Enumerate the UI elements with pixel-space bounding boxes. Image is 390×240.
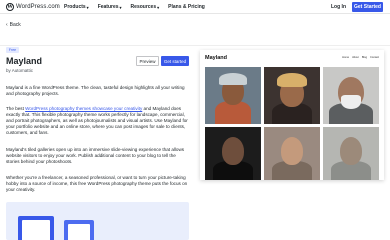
- description-paragraph-1: Mayland is a fine WordPress theme. The c…: [6, 85, 185, 97]
- description-paragraph-3: Mayland's tiled galleries open up into a…: [6, 147, 185, 165]
- portrait-photo: [205, 67, 261, 124]
- preview-menu-item: Contact: [370, 56, 379, 59]
- free-badge: Free: [6, 47, 19, 53]
- preview-menu-item: About: [352, 56, 359, 59]
- paragraph-text: The best: [6, 106, 26, 111]
- chevron-down-icon: ▾: [157, 4, 160, 10]
- login-link[interactable]: Log In: [331, 4, 346, 10]
- preview-menu-item: Blog: [361, 56, 368, 59]
- portrait-photo: [205, 127, 261, 180]
- preview-button[interactable]: Preview: [136, 56, 159, 66]
- get-started-theme-button[interactable]: Get started: [161, 56, 189, 66]
- description-paragraph-4: Whether you're a freelancer, a seasoned …: [6, 175, 188, 193]
- device-illustration: [64, 220, 94, 240]
- nav-features[interactable]: Features ▾: [98, 4, 122, 10]
- back-link[interactable]: ‹ Back: [6, 22, 21, 28]
- preview-menu-item: Home: [342, 56, 350, 59]
- brand-name: WordPress.com: [16, 4, 60, 10]
- theme-title: Mayland: [6, 56, 43, 66]
- main-menu: Products ▾ Features ▾ Resources ▾ Plans & P…: [64, 4, 205, 10]
- theme-author: by Automattic: [6, 68, 34, 73]
- theme-preview[interactable]: Mayland Home About Blog Contact: [200, 50, 384, 180]
- description-paragraph-2: The best WordPress photography themes sh…: [6, 106, 189, 136]
- portrait-photo: [264, 127, 320, 180]
- device-illustration: [18, 216, 54, 240]
- nav-plans-label: Plans & Pricing: [168, 4, 205, 10]
- promo-illustration: [6, 202, 189, 240]
- nav-products[interactable]: Products ▾: [64, 4, 89, 10]
- portrait-photo: [323, 67, 379, 124]
- back-label: Back: [9, 22, 21, 28]
- portrait-photo: [323, 127, 379, 180]
- nav-features-label: Features: [97, 4, 119, 10]
- arrow-left-icon: ‹: [6, 22, 8, 28]
- chevron-down-icon: ▾: [119, 4, 122, 10]
- chevron-down-icon: ▾: [86, 4, 89, 10]
- nav-resources-label: Resources: [130, 4, 157, 10]
- preview-site-title: Mayland: [205, 55, 228, 61]
- preview-menu: Home About Blog Contact: [342, 56, 379, 59]
- portrait-photo: [264, 67, 320, 124]
- nav-products-label: Products: [64, 4, 86, 10]
- top-navigation: W WordPress.com Products ▾ Features ▾ Reso…: [0, 0, 390, 14]
- get-started-button[interactable]: Get Started: [352, 2, 383, 12]
- photography-themes-link[interactable]: WordPress photography themes showcase yo…: [25, 106, 142, 111]
- nav-plans-pricing[interactable]: Plans & Pricing: [168, 4, 205, 10]
- nav-resources[interactable]: Resources ▾: [131, 4, 160, 10]
- wordpress-logo-icon: W: [6, 3, 14, 11]
- wordpress-logo-link[interactable]: W WordPress.com: [6, 3, 60, 11]
- sub-header: [0, 14, 390, 46]
